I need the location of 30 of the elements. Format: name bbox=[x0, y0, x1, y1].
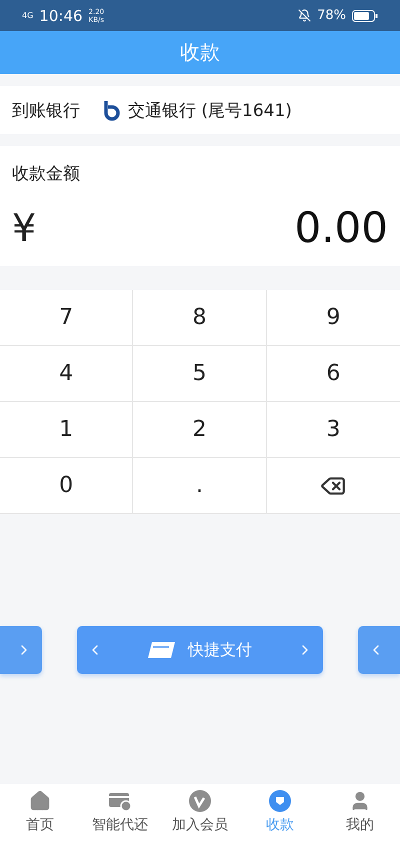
keypad-key[interactable]: 0 bbox=[0, 458, 134, 514]
clock: 10:46 bbox=[39, 6, 83, 24]
v-badge-icon bbox=[189, 790, 211, 812]
shield-icon bbox=[269, 790, 291, 812]
amount-value: 0.00 bbox=[294, 203, 388, 252]
network-label: 4G bbox=[22, 11, 34, 20]
keypad-key[interactable]: 8 bbox=[133, 290, 267, 346]
mute-icon bbox=[298, 9, 312, 22]
keypad-key[interactable]: 7 bbox=[0, 290, 134, 346]
home-icon bbox=[29, 790, 51, 812]
payment-method-button[interactable] bbox=[358, 626, 400, 674]
bank-label: 到账银行 bbox=[12, 100, 80, 122]
card-icon bbox=[108, 790, 132, 812]
keypad-key[interactable]: 2 bbox=[133, 402, 267, 458]
currency-symbol: ¥ bbox=[12, 206, 36, 250]
battery-percent: 78% bbox=[317, 8, 346, 23]
payment-method-button[interactable] bbox=[0, 626, 42, 674]
battery-icon bbox=[352, 10, 378, 22]
keypad-key[interactable]: 5 bbox=[133, 346, 267, 402]
nav-tab[interactable]: 智能代还 bbox=[80, 784, 160, 844]
card-logo-icon bbox=[148, 641, 176, 659]
bank-name: 交通银行 (尾号1641) bbox=[128, 100, 292, 122]
nav-tab[interactable]: 我的 bbox=[320, 784, 400, 844]
nav-tab[interactable]: 首页 bbox=[0, 784, 80, 844]
keypad-key[interactable]: . bbox=[133, 458, 267, 514]
nav-tab[interactable]: 加入会员 bbox=[160, 784, 240, 844]
amount-label: 收款金额 bbox=[12, 163, 80, 185]
keypad-key[interactable]: 1 bbox=[0, 402, 134, 458]
page-title: 收款 bbox=[180, 39, 220, 66]
keypad-key[interactable]: 4 bbox=[0, 346, 134, 402]
